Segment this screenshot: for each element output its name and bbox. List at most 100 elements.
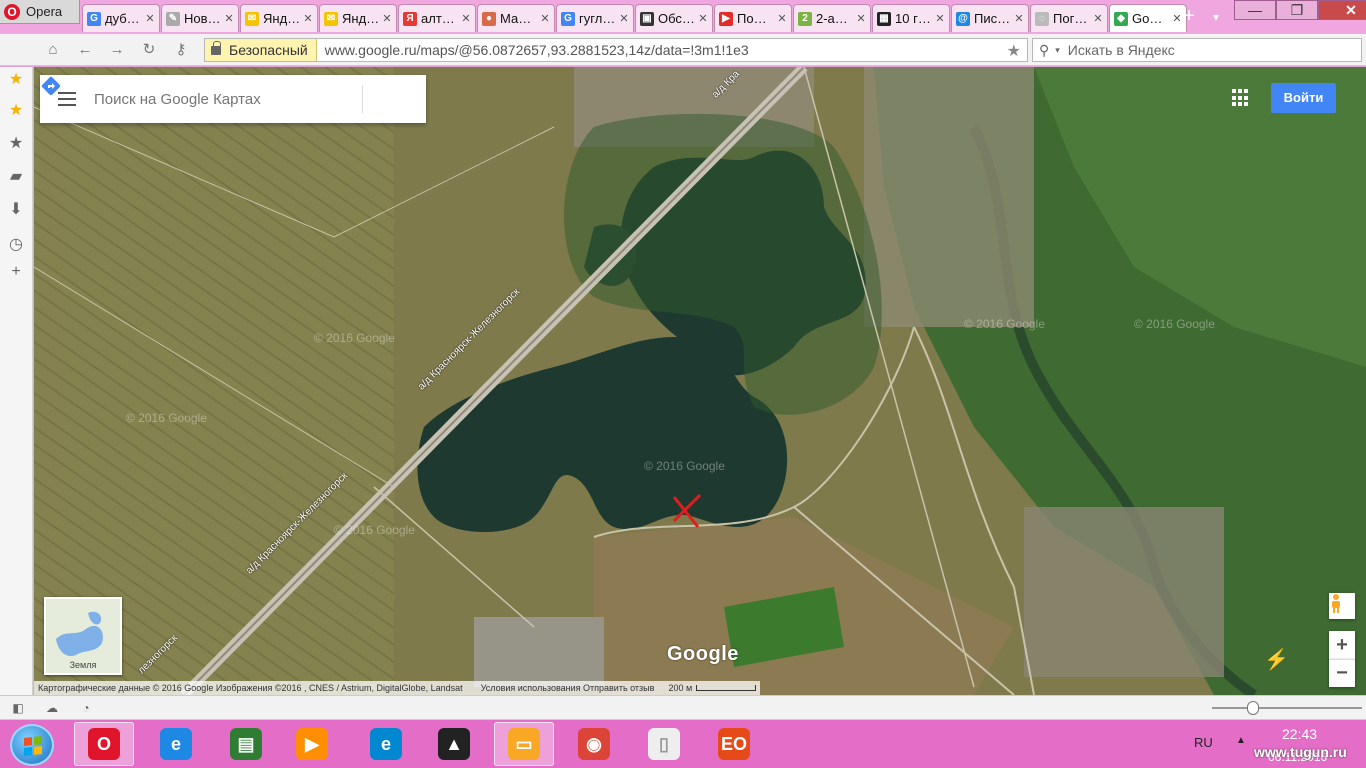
zoom-in-button[interactable]: + (1329, 631, 1355, 659)
bookmark-star-icon[interactable]: ★ (1007, 41, 1021, 61)
taskbar-app-media-player[interactable]: ▶ (282, 722, 342, 766)
taskbar-app-chrome[interactable]: ◉ (564, 722, 624, 766)
tab-menu-button[interactable]: ▾ (1206, 6, 1226, 28)
scale-label[interactable]: 200 м (668, 683, 692, 693)
key-icon[interactable]: ⚷ (170, 40, 192, 60)
tray-expand-icon[interactable]: ▲ (1236, 735, 1246, 746)
taskbar-app-internet-explorer[interactable]: e (146, 722, 206, 766)
internet-explorer-2-icon: e (370, 728, 402, 760)
browser-tab[interactable]: ✉ Янд… ✕ (240, 4, 318, 32)
browser-tab[interactable]: Gгугл… ✕ (556, 4, 634, 32)
eo-app-icon: EO (718, 728, 750, 760)
downloads-icon[interactable]: ⬇ (7, 201, 25, 219)
tab-close-icon[interactable]: ✕ (224, 12, 234, 25)
browser-tab[interactable]: ▦ 10 г… ✕ (872, 4, 950, 32)
tab-close-icon[interactable]: ✕ (619, 12, 629, 25)
taskbar-app-document[interactable]: ▯ (634, 722, 694, 766)
browser-tab[interactable]: Gдуб… ✕ (82, 4, 160, 32)
screen: O Opera Gдуб… ✕ ✎ Нов… ✕ ✉ Янд… ✕ ✉ Янд… ✕ Яалт… ✕ ● М… (0, 0, 1366, 768)
tab-favicon-icon: ▣ (640, 11, 654, 26)
tab-close-icon[interactable]: ✕ (382, 12, 392, 25)
minimize-button[interactable]: — (1234, 0, 1276, 20)
bookmarks-icon[interactable]: ★ (7, 135, 25, 153)
close-button[interactable]: ✕ (1318, 0, 1366, 20)
tab-close-icon[interactable]: ✕ (540, 12, 550, 25)
speed-icon[interactable]: ◔ (78, 700, 94, 716)
internet-explorer-icon: e (160, 728, 192, 760)
google-logo: Google (667, 643, 739, 665)
browser-tab[interactable]: ▣ Обс… ✕ (635, 4, 713, 32)
maps-search-input[interactable] (94, 84, 362, 114)
browser-tab[interactable]: ▶ По… ✕ (714, 4, 792, 32)
tab-close-icon[interactable]: ✕ (461, 12, 471, 25)
taskbar-app-opera[interactable]: O (74, 722, 134, 766)
tab-close-icon[interactable]: ✕ (145, 12, 155, 25)
browser-tab[interactable]: ◆ Go… ✕ (1109, 4, 1187, 32)
satellite-map[interactable]: а/д Красноярск-Железногорск а/д Краснояр… (34, 67, 1366, 695)
maximize-button[interactable]: ❐ (1276, 0, 1318, 20)
browser-tab[interactable]: 2 2-а… ✕ (793, 4, 871, 32)
tab-bar: O Opera Gдуб… ✕ ✎ Нов… ✕ ✉ Янд… ✕ ✉ Янд… ✕ Яалт… ✕ ● М… (0, 0, 1366, 34)
login-button[interactable]: Войти (1271, 83, 1336, 113)
yandex-search-field[interactable]: ⚲ ▾ Искать в Яндекс (1032, 38, 1362, 62)
opera-menu-button[interactable]: O Opera (0, 0, 80, 24)
new-tab-button[interactable]: + (1178, 6, 1200, 28)
tab-favicon-icon: ✉ (324, 11, 338, 26)
map-watermark: © 2016 Google (964, 317, 1045, 331)
opera-menu-label: Opera (26, 4, 63, 19)
secure-badge[interactable]: Безопасный (205, 39, 317, 61)
map-type-toggle[interactable]: Земля (44, 597, 122, 675)
directions-button[interactable] (41, 75, 419, 123)
taskbar-app-file-explorer[interactable]: ▭ (494, 722, 554, 766)
scale-bar (696, 685, 757, 691)
browser-tab[interactable]: ✎ Нов… ✕ (161, 4, 239, 32)
opera-logo-icon: O (4, 3, 20, 20)
speed-dial-star-icon[interactable]: ★ (7, 71, 25, 89)
lite-mode-icon[interactable]: ⚡ (1264, 647, 1289, 672)
tab-close-icon[interactable]: ✕ (777, 12, 787, 25)
history-icon[interactable]: ◷ (7, 236, 25, 254)
taskbar-app-archicad[interactable]: ▲ (424, 722, 484, 766)
panel-toggle-icon[interactable]: ◧ (10, 700, 26, 716)
media-player-icon: ▶ (296, 728, 328, 760)
back-icon[interactable]: ← (74, 40, 96, 60)
windows-taskbar: Oe ▤ ▶ e ▲ ▭ ◉ ▯ EO RU ▲ 22:43 06.11.2016 www.tu… (0, 719, 1366, 768)
clock-time[interactable]: 22:43 (1282, 726, 1317, 742)
taskbar-app-eo-app[interactable]: EO (704, 722, 764, 766)
favorites-star-icon[interactable]: ★ (7, 102, 25, 120)
taskbar-app-internet-explorer-2[interactable]: e (356, 722, 416, 766)
add-panel-icon[interactable]: + (7, 263, 25, 281)
browser-tab[interactable]: ✉ Янд… ✕ (319, 4, 397, 32)
language-indicator[interactable]: RU (1194, 735, 1213, 750)
window-controls: — ❐ ✕ (1234, 0, 1366, 22)
forward-icon[interactable]: → (106, 40, 128, 60)
taskbar-app-presentation[interactable]: ▤ (216, 722, 276, 766)
attribution-links[interactable]: Условия использования Отправить отзыв (481, 683, 655, 693)
google-apps-icon[interactable] (1232, 89, 1250, 107)
tab-close-icon[interactable]: ✕ (1014, 12, 1024, 25)
tab-favicon-icon: @ (956, 11, 970, 26)
zoom-out-button[interactable]: − (1329, 659, 1355, 687)
reload-icon[interactable]: ↻ (138, 40, 160, 60)
street-view-pegman-button[interactable] (1329, 593, 1355, 619)
tab-close-icon[interactable]: ✕ (698, 12, 708, 25)
browser-tab[interactable]: ◌ Пог… ✕ (1030, 4, 1108, 32)
map-attribution: Картографические данные © 2016 Google Из… (34, 681, 761, 695)
tab-close-icon[interactable]: ✕ (1093, 12, 1103, 25)
browser-tab[interactable]: @ Пис… ✕ (951, 4, 1029, 32)
tab-close-icon[interactable]: ✕ (856, 12, 866, 25)
zoom-slider-track[interactable] (1212, 707, 1362, 709)
tab-close-icon[interactable]: ✕ (303, 12, 313, 25)
browser-tab[interactable]: ● Ма… ✕ (477, 4, 555, 32)
home-icon[interactable]: ⌂ (42, 40, 64, 60)
tab-label: дуб… (105, 11, 140, 26)
search-dropdown-icon[interactable]: ▾ (1055, 45, 1060, 56)
zoom-slider-handle[interactable] (1247, 701, 1259, 715)
opera-turbo-icon[interactable]: ☁ (44, 700, 60, 716)
tab-close-icon[interactable]: ✕ (935, 12, 945, 25)
browser-tab[interactable]: Яалт… ✕ (398, 4, 476, 32)
start-button[interactable] (10, 724, 54, 766)
url-text: www.google.ru/maps/@56.0872657,93.288152… (324, 42, 749, 58)
notes-icon[interactable]: ▰ (7, 168, 25, 186)
url-field[interactable]: Безопасный www.google.ru/maps/@56.087265… (204, 38, 1028, 62)
